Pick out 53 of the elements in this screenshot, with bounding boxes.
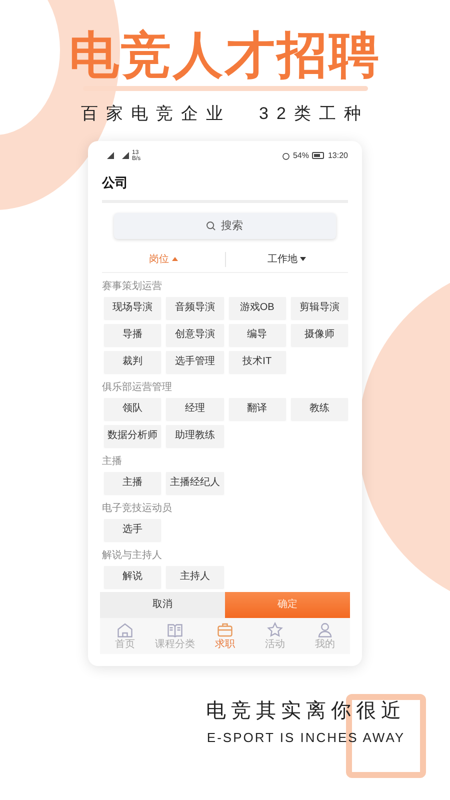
book-icon [166, 621, 184, 639]
job-tag[interactable]: 摄像师 [290, 324, 348, 346]
nav-label: 课程分类 [155, 639, 195, 650]
section-title: 主播 [102, 454, 123, 468]
caret-down-icon [300, 257, 306, 261]
cancel-button[interactable]: 取消 [100, 592, 225, 618]
job-tag[interactable]: 选手 [104, 518, 162, 540]
job-tag[interactable]: 创意导演 [166, 324, 224, 346]
caret-up-icon [172, 257, 178, 261]
section-title: 俱乐部运营管理 [102, 380, 173, 394]
search-field[interactable]: 搜索 [114, 212, 336, 238]
job-tag[interactable]: 解说 [104, 566, 162, 588]
job-tag[interactable]: 选手管理 [166, 350, 224, 372]
job-tag[interactable]: 现场导演 [104, 296, 162, 318]
status-time: 13:20 [328, 150, 348, 162]
job-tag[interactable]: 游戏OB [228, 296, 286, 318]
subheadline: 32类工种 [259, 103, 369, 125]
job-tag[interactable]: 编导 [228, 324, 286, 346]
job-tag[interactable]: 经理 [166, 398, 224, 420]
job-tag[interactable]: 翻译 [228, 398, 286, 420]
battery-icon [312, 152, 325, 159]
job-tag[interactable]: 主持人 [166, 566, 224, 588]
job-tag[interactable]: 裁判 [104, 350, 162, 372]
filter-tab[interactable]: 工作地 [224, 252, 348, 266]
nav-label: 活动 [265, 639, 285, 650]
page-title: 公司 [102, 174, 128, 192]
job-tag[interactable]: 领队 [104, 398, 162, 420]
job-tag[interactable]: 技术IT [228, 350, 286, 372]
section-title: 电子竞技运动员 [102, 502, 173, 516]
job-tag[interactable]: 主播经纪人 [166, 472, 224, 494]
job-tag[interactable]: 音频导演 [166, 296, 224, 318]
star-icon [266, 621, 284, 639]
tagline: 电竞其实离你很近 [206, 698, 406, 724]
home-icon [116, 621, 134, 639]
job-tag[interactable]: 主播 [104, 472, 162, 494]
nav-label: 求职 [215, 639, 235, 650]
search-icon [206, 220, 216, 230]
section-title: 解说与主持人 [102, 548, 163, 562]
job-tag[interactable]: 导播 [104, 324, 162, 346]
alarm-icon [282, 152, 290, 160]
job-tag[interactable]: 数据分析师 [104, 424, 162, 446]
battery-percent: 54% [292, 150, 309, 162]
job-tag[interactable]: 剪辑导演 [290, 296, 348, 318]
job-tag[interactable]: 教练 [290, 398, 348, 420]
job-tag[interactable]: 助理教练 [166, 424, 224, 446]
nav-label: 首页 [115, 639, 135, 650]
subheadline: 百家电竞企业 [81, 103, 232, 125]
section-title: 赛事策划运营 [102, 280, 163, 294]
nav-label: 我的 [315, 639, 335, 650]
tagline-english: E-SPORT IS INCHES AWAY [206, 728, 406, 746]
person-icon [316, 621, 334, 639]
headline: 电竞人才招聘 [69, 26, 381, 84]
briefcase-icon [216, 621, 234, 639]
